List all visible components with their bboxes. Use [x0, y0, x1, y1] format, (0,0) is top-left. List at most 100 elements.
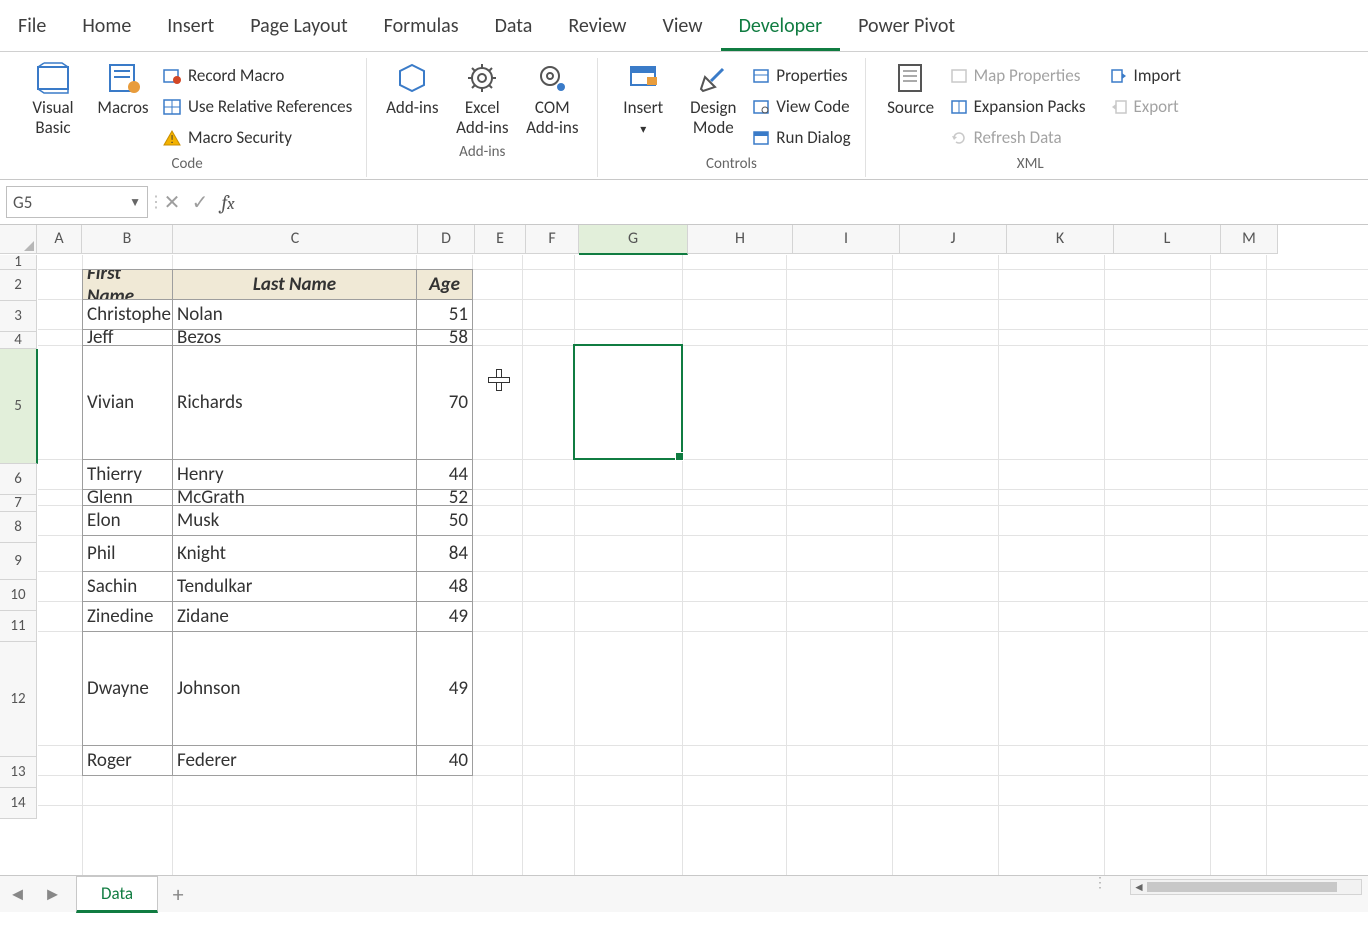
fx-icon[interactable]: fx [214, 191, 242, 214]
table-cell[interactable]: Tendulkar [172, 571, 417, 602]
visual-basic-button[interactable]: Visual Basic [18, 58, 88, 139]
column-header-K[interactable]: K [1007, 225, 1114, 254]
tab-file[interactable]: File [0, 6, 64, 51]
scroll-thumb[interactable] [1147, 882, 1337, 892]
row-header-11[interactable]: 11 [0, 611, 37, 642]
table-cell[interactable]: Phil [82, 535, 173, 572]
row-header-5[interactable]: 5 [0, 349, 38, 464]
expansion-packs-button[interactable]: Expansion Packs [946, 93, 1090, 120]
table-cell[interactable]: 50 [416, 505, 473, 536]
macro-security-button[interactable]: ! Macro Security [158, 124, 356, 151]
sheet-nav[interactable]: ◄ ► [0, 883, 70, 905]
column-header-M[interactable]: M [1221, 225, 1278, 254]
table-cell[interactable]: Richards [172, 345, 417, 460]
tab-insert[interactable]: Insert [149, 6, 232, 51]
row-header-3[interactable]: 3 [0, 301, 37, 332]
scroll-left-icon[interactable]: ◄ [1133, 880, 1145, 895]
table-cell[interactable]: Vivian [82, 345, 173, 460]
formula-input[interactable] [242, 187, 1368, 217]
column-header-L[interactable]: L [1114, 225, 1221, 254]
table-header-lastname[interactable]: Last Name [172, 269, 417, 300]
column-header-I[interactable]: I [793, 225, 900, 254]
column-header-H[interactable]: H [688, 225, 793, 254]
row-header-14[interactable]: 14 [0, 788, 37, 819]
xml-export-button[interactable]: Export [1106, 93, 1185, 120]
com-addins-button[interactable]: COM Add-ins [517, 58, 587, 139]
tab-scroll-dots[interactable]: ⋮ [1093, 874, 1108, 891]
tab-page-layout[interactable]: Page Layout [232, 6, 365, 51]
design-mode-button[interactable]: Design Mode [678, 58, 748, 139]
xml-import-button[interactable]: Import [1106, 62, 1185, 89]
table-cell[interactable]: 84 [416, 535, 473, 572]
tab-review[interactable]: Review [550, 6, 644, 51]
map-properties-button[interactable]: Map Properties [946, 62, 1090, 89]
column-header-C[interactable]: C [173, 225, 418, 254]
row-header-7[interactable]: 7 [0, 495, 37, 512]
table-cell[interactable]: Zidane [172, 601, 417, 632]
column-header-A[interactable]: A [37, 225, 82, 254]
row-header-12[interactable]: 12 [0, 642, 37, 757]
row-header-4[interactable]: 4 [0, 332, 37, 349]
row-header-8[interactable]: 8 [0, 512, 37, 543]
table-cell[interactable]: McGrath [172, 489, 417, 506]
name-box[interactable]: G5 ▼ [6, 186, 148, 218]
table-cell[interactable]: 44 [416, 459, 473, 490]
row-header-1[interactable]: 1 [0, 255, 37, 270]
insert-control-button[interactable]: Insert▾ [608, 58, 678, 139]
sheet-tab-data[interactable]: Data [76, 876, 158, 913]
run-dialog-button[interactable]: Run Dialog [748, 124, 854, 151]
select-all-corner[interactable] [0, 225, 37, 254]
table-cell[interactable]: Jeff [82, 329, 173, 346]
enter-icon[interactable]: ✓ [186, 190, 214, 215]
excel-addins-button[interactable]: Excel Add-ins [447, 58, 517, 139]
column-header-G[interactable]: G [579, 225, 688, 255]
column-header-J[interactable]: J [900, 225, 1007, 254]
tab-home[interactable]: Home [64, 6, 149, 51]
sheet-nav-prev-icon[interactable]: ◄ [9, 883, 27, 905]
table-cell[interactable]: Musk [172, 505, 417, 536]
row-header-9[interactable]: 9 [0, 543, 37, 580]
refresh-data-button[interactable]: Refresh Data [946, 124, 1090, 151]
chevron-down-icon[interactable]: ▼ [129, 195, 141, 210]
table-cell[interactable]: Elon [82, 505, 173, 536]
row-header-13[interactable]: 13 [0, 757, 37, 788]
row-header-2[interactable]: 2 [0, 270, 37, 301]
table-cell[interactable]: Knight [172, 535, 417, 572]
row-header-10[interactable]: 10 [0, 580, 37, 611]
table-cell[interactable]: 48 [416, 571, 473, 602]
record-macro-button[interactable]: Record Macro [158, 62, 356, 89]
use-relative-references-button[interactable]: Use Relative References [158, 93, 356, 120]
table-cell[interactable]: 40 [416, 745, 473, 776]
table-cell[interactable]: Henry [172, 459, 417, 490]
properties-button[interactable]: Properties [748, 62, 854, 89]
column-header-B[interactable]: B [82, 225, 173, 254]
table-cell[interactable]: Glenn [82, 489, 173, 506]
table-cell[interactable]: 58 [416, 329, 473, 346]
table-cell[interactable]: Bezos [172, 329, 417, 346]
view-code-button[interactable]: View Code [748, 93, 854, 120]
tab-developer[interactable]: Developer [721, 6, 841, 51]
table-cell[interactable]: Nolan [172, 299, 417, 330]
table-cell[interactable]: 49 [416, 631, 473, 746]
table-cell[interactable]: Zinedine [82, 601, 173, 632]
table-cell[interactable]: Sachin [82, 571, 173, 602]
table-cell[interactable]: Johnson [172, 631, 417, 746]
sheet-add-button[interactable]: + [158, 881, 198, 908]
horizontal-scrollbar[interactable]: ◄ [1130, 879, 1362, 895]
sheet-nav-next-icon[interactable]: ► [44, 883, 62, 905]
tab-formulas[interactable]: Formulas [366, 6, 477, 51]
table-cell[interactable]: 49 [416, 601, 473, 632]
tab-view[interactable]: View [644, 6, 720, 51]
table-cell[interactable]: Roger [82, 745, 173, 776]
row-header-6[interactable]: 6 [0, 464, 37, 495]
table-cell[interactable]: Christopher [82, 299, 173, 330]
macros-button[interactable]: Macros [88, 58, 158, 120]
table-cell[interactable]: Federer [172, 745, 417, 776]
table-cell[interactable]: 70 [416, 345, 473, 460]
cancel-icon[interactable]: ✕ [158, 190, 186, 215]
column-header-D[interactable]: D [418, 225, 475, 254]
tab-data[interactable]: Data [477, 6, 551, 51]
column-header-F[interactable]: F [526, 225, 579, 254]
table-cell[interactable]: 51 [416, 299, 473, 330]
table-cell[interactable]: Thierry [82, 459, 173, 490]
